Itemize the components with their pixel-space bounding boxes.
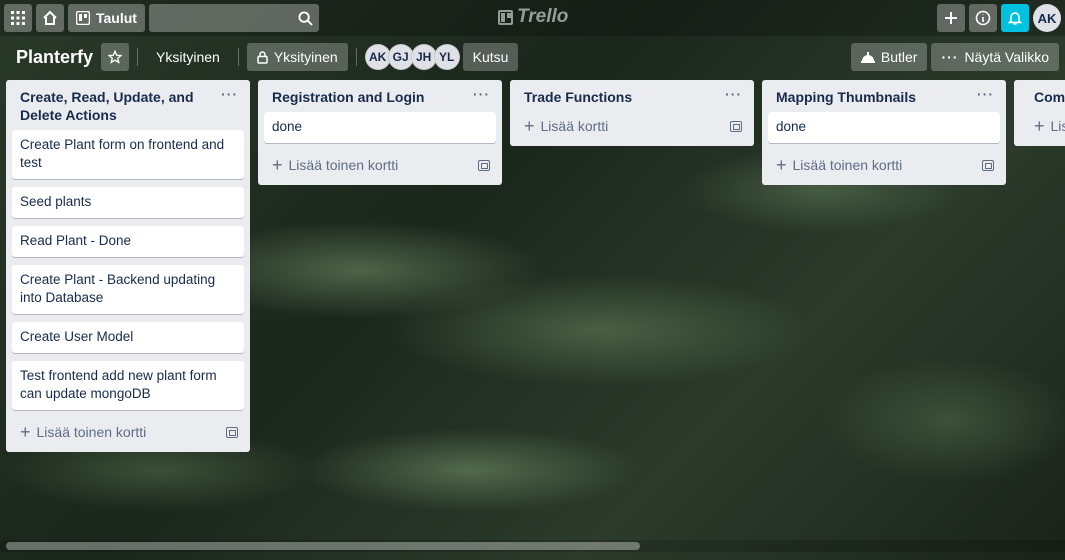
card-template-icon[interactable]: [226, 426, 238, 438]
add-card-button[interactable]: + Lis: [1034, 116, 1065, 136]
card-template-icon[interactable]: [982, 159, 994, 171]
divider: [237, 48, 239, 66]
list-title[interactable]: Registration and Login: [272, 88, 472, 106]
board-icon: [76, 11, 90, 25]
add-card-row: + Lisää toinen kortti: [768, 151, 1000, 179]
workspace-button[interactable]: Yksityinen: [146, 43, 230, 71]
list-trade-functions: Trade Functions ··· + Lisää kortti: [510, 80, 754, 146]
board-header: Planterfy Yksityinen Yksityinen AK GJ JH…: [0, 40, 1065, 74]
divider: [355, 48, 357, 66]
list-menu-icon[interactable]: ···: [725, 87, 742, 101]
add-card-label: Lisää toinen kortti: [288, 157, 399, 173]
star-button[interactable]: [101, 43, 130, 71]
apps-grid-icon: [11, 11, 25, 25]
list-menu-icon[interactable]: ···: [221, 87, 238, 101]
butler-icon: [860, 52, 875, 63]
plus-icon: +: [524, 116, 535, 136]
list-card[interactable]: Create Plant - Backend updating into Dat…: [12, 265, 244, 314]
home-button[interactable]: [36, 4, 64, 32]
boards-label: Taulut: [96, 10, 137, 26]
plus-icon: +: [272, 155, 283, 175]
member-avatar[interactable]: JH: [410, 44, 437, 70]
list-menu-icon[interactable]: ···: [977, 87, 994, 101]
board-scrollbar[interactable]: [0, 540, 1065, 552]
home-icon: [43, 10, 57, 25]
list-card[interactable]: Create User Model: [12, 322, 244, 353]
list-card[interactable]: Test frontend add new plant form can upd…: [12, 361, 244, 410]
plus-icon: +: [20, 422, 31, 442]
bell-icon: [1008, 12, 1022, 25]
list-mapping-thumbnails: Mapping Thumbnails ··· done + Lisää toin…: [762, 80, 1006, 185]
plus-icon: +: [1034, 116, 1045, 136]
notifications-button[interactable]: [1001, 4, 1029, 32]
list-crud-actions: Create, Read, Update, and Delete Actions…: [6, 80, 250, 452]
invite-button[interactable]: Kutsu: [462, 43, 519, 71]
add-card-label: Lisää kortti: [540, 118, 609, 134]
board-title[interactable]: Planterfy: [8, 47, 101, 68]
trello-logo-icon: [498, 9, 513, 25]
add-card-row: + Lisää kortti: [516, 112, 748, 140]
add-card-row: + Lisää toinen kortti: [264, 151, 496, 179]
add-card-row: + Lis: [1020, 112, 1065, 140]
list-menu-icon[interactable]: ···: [473, 87, 490, 101]
butler-button[interactable]: Butler: [850, 43, 928, 71]
list-card[interactable]: Create Plant form on frontend and test: [12, 130, 244, 179]
add-card-button[interactable]: + Lisää kortti: [524, 116, 609, 136]
list-card[interactable]: done: [768, 112, 1000, 143]
member-avatar[interactable]: GJ: [387, 44, 414, 70]
more-icon: ···: [941, 49, 959, 65]
create-button[interactable]: [937, 4, 965, 32]
list-title[interactable]: Create, Read, Update, and Delete Actions: [20, 88, 220, 124]
list-title[interactable]: Comm: [1034, 88, 1065, 106]
add-card-button[interactable]: + Lisää toinen kortti: [20, 422, 147, 442]
add-card-label: Lis: [1050, 118, 1065, 134]
user-avatar[interactable]: AK: [1033, 4, 1061, 32]
add-card-row: + Lisää toinen kortti: [12, 418, 244, 446]
add-card-label: Lisää toinen kortti: [792, 157, 903, 173]
list-card[interactable]: Read Plant - Done: [12, 226, 244, 257]
trello-logo[interactable]: Trello: [498, 6, 568, 28]
list-registration-login: Registration and Login ··· done + Lisää …: [258, 80, 502, 185]
list-card[interactable]: Seed plants: [12, 187, 244, 218]
member-avatar[interactable]: AK: [364, 44, 391, 70]
list-title[interactable]: Trade Functions: [524, 88, 724, 106]
add-card-button[interactable]: + Lisää toinen kortti: [272, 155, 399, 175]
list-card[interactable]: done: [264, 112, 496, 143]
add-card-button[interactable]: + Lisää toinen kortti: [776, 155, 903, 175]
info-icon: [975, 10, 991, 26]
show-menu-button[interactable]: ··· Näytä Valikko: [931, 43, 1059, 71]
top-header: Taulut Trello AK: [0, 0, 1065, 36]
visibility-button[interactable]: Yksityinen: [246, 43, 348, 71]
divider: [137, 48, 139, 66]
show-menu-label: Näytä Valikko: [964, 49, 1049, 65]
visibility-label: Yksityinen: [273, 49, 338, 65]
boards-button[interactable]: Taulut: [68, 4, 145, 32]
list-title[interactable]: Mapping Thumbnails: [776, 88, 976, 106]
search-icon: [298, 10, 313, 26]
info-button[interactable]: [969, 4, 997, 32]
card-template-icon[interactable]: [730, 120, 742, 132]
search-input[interactable]: [148, 4, 319, 32]
list-partial: Comm + Lis: [1014, 80, 1065, 146]
logo-text: Trello: [517, 6, 569, 27]
member-avatar[interactable]: YL: [433, 44, 460, 70]
card-template-icon[interactable]: [478, 159, 490, 171]
star-icon: [108, 50, 123, 64]
lock-icon: [257, 50, 268, 64]
member-avatars: AK GJ JH YL: [364, 44, 460, 70]
add-card-label: Lisää toinen kortti: [36, 424, 147, 440]
scrollbar-thumb[interactable]: [6, 542, 640, 550]
apps-grid-button[interactable]: [4, 4, 32, 32]
butler-label: Butler: [880, 49, 918, 65]
plus-icon: [945, 12, 957, 24]
plus-icon: +: [776, 155, 787, 175]
